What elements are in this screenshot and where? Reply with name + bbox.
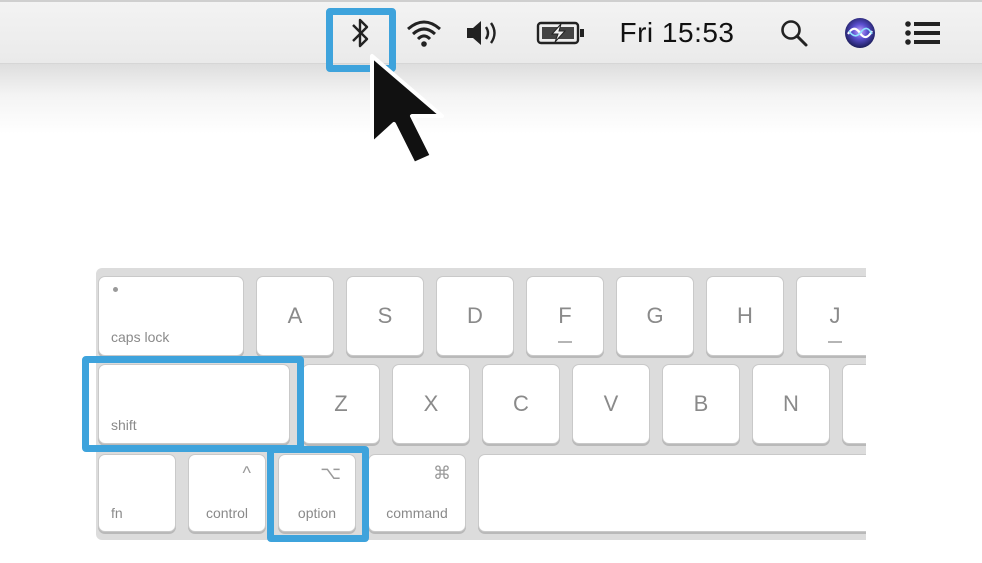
- menu-bar: Fri 15:53: [0, 0, 982, 64]
- key-label: H: [737, 303, 753, 328]
- caps-lock-indicator: [113, 287, 118, 292]
- key-label: D: [467, 303, 483, 328]
- key-z[interactable]: Z: [302, 364, 380, 444]
- menu-bar-clock[interactable]: Fri 15:53: [612, 2, 742, 64]
- key-label: S: [377, 303, 393, 328]
- fn-key[interactable]: fn: [98, 454, 176, 532]
- key-label: X: [423, 391, 439, 416]
- notification-center-icon[interactable]: [900, 2, 946, 64]
- key-label: N: [783, 391, 799, 416]
- home-row-bump: [558, 341, 572, 343]
- command-symbol-icon: ⌘: [433, 463, 451, 483]
- caps-lock-key[interactable]: caps lock: [98, 276, 244, 356]
- key-label: G: [646, 303, 664, 328]
- key-f[interactable]: F: [526, 276, 604, 356]
- key-label: F: [558, 303, 572, 328]
- menu-bar-shadow: [0, 64, 982, 134]
- spotlight-search-icon[interactable]: [774, 2, 814, 64]
- key-d[interactable]: D: [436, 276, 514, 356]
- space-bar[interactable]: [478, 454, 866, 532]
- volume-icon[interactable]: [462, 2, 508, 64]
- key-label: B: [693, 391, 709, 416]
- key-b[interactable]: B: [662, 364, 740, 444]
- key-j[interactable]: J: [796, 276, 866, 356]
- key-x[interactable]: X: [392, 364, 470, 444]
- key-label: J: [829, 303, 841, 328]
- key-s[interactable]: S: [346, 276, 424, 356]
- command-label: command: [386, 505, 448, 521]
- key-g[interactable]: G: [616, 276, 694, 356]
- key-label: Z: [334, 391, 348, 416]
- command-key[interactable]: ⌘ command: [368, 454, 466, 532]
- control-symbol-icon: ^: [242, 463, 251, 483]
- caps-lock-label: caps lock: [111, 329, 170, 345]
- control-key[interactable]: ^ control: [188, 454, 266, 532]
- home-row-bump: [828, 341, 842, 343]
- siri-icon[interactable]: [840, 2, 880, 64]
- key-n[interactable]: N: [752, 364, 830, 444]
- battery-charging-icon[interactable]: [533, 2, 591, 64]
- shift-highlight-box: [82, 356, 304, 452]
- key-c[interactable]: C: [482, 364, 560, 444]
- key-v[interactable]: V: [572, 364, 650, 444]
- option-highlight-box: [267, 446, 369, 542]
- key-label: V: [603, 391, 619, 416]
- mouse-pointer-icon: [370, 54, 444, 166]
- key-m-partial[interactable]: [842, 364, 866, 444]
- fn-label: fn: [111, 505, 123, 521]
- key-h[interactable]: H: [706, 276, 784, 356]
- control-label: control: [205, 505, 249, 521]
- key-label: C: [513, 391, 529, 416]
- key-a[interactable]: A: [256, 276, 334, 356]
- key-label: A: [287, 303, 303, 328]
